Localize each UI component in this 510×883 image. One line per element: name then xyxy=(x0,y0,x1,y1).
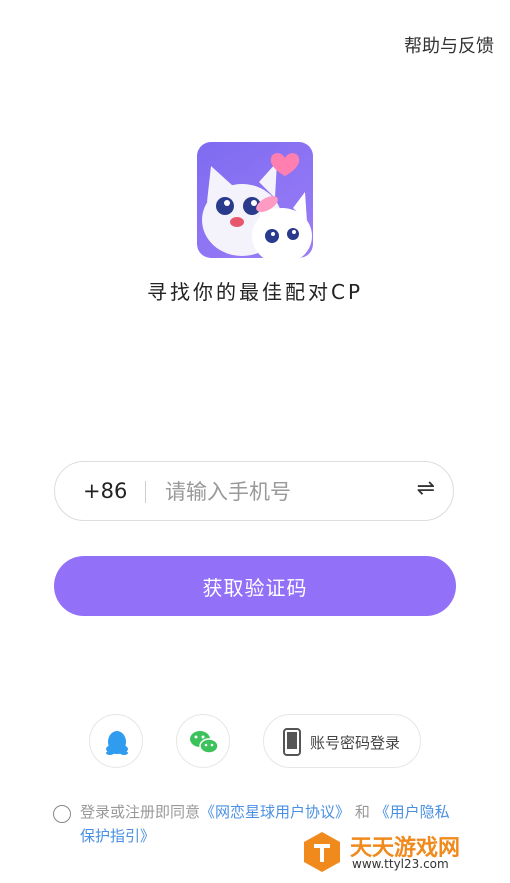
account-password-login-button[interactable]: 账号密码登录 xyxy=(263,714,421,768)
wechat-login-button[interactable] xyxy=(176,714,230,768)
watermark-url: www.ttyl23.com xyxy=(352,857,449,871)
phone-input-group: +86 ⇌ xyxy=(54,461,454,521)
app-slogan: 寻找你的最佳配对CP xyxy=(146,280,364,304)
swap-icon[interactable]: ⇌ xyxy=(417,476,435,501)
help-feedback-link[interactable]: 帮助与反馈 xyxy=(404,32,494,58)
agreement-prefix: 登录或注册即同意 xyxy=(80,803,201,821)
user-agreement-link[interactable]: 《网恋星球用户协议》 xyxy=(200,803,350,821)
watermark-logo-icon xyxy=(304,832,340,872)
get-verification-code-button[interactable]: 获取验证码 xyxy=(54,556,456,616)
qq-login-button[interactable] xyxy=(89,714,143,768)
account-login-label: 账号密码登录 xyxy=(310,734,401,752)
mobile-phone-icon xyxy=(283,728,301,756)
qq-penguin-icon xyxy=(106,731,128,755)
divider xyxy=(145,481,146,503)
wechat-icon xyxy=(190,731,219,754)
country-code-selector[interactable]: +86 xyxy=(83,479,127,503)
cat-mascot-image xyxy=(202,153,312,258)
watermark: 天天游戏网 www.ttyl23.com xyxy=(300,826,500,876)
agreement-and: 和 xyxy=(354,803,370,821)
app-logo xyxy=(197,142,313,258)
phone-number-input[interactable] xyxy=(163,474,407,510)
agreement-checkbox[interactable] xyxy=(53,805,71,823)
